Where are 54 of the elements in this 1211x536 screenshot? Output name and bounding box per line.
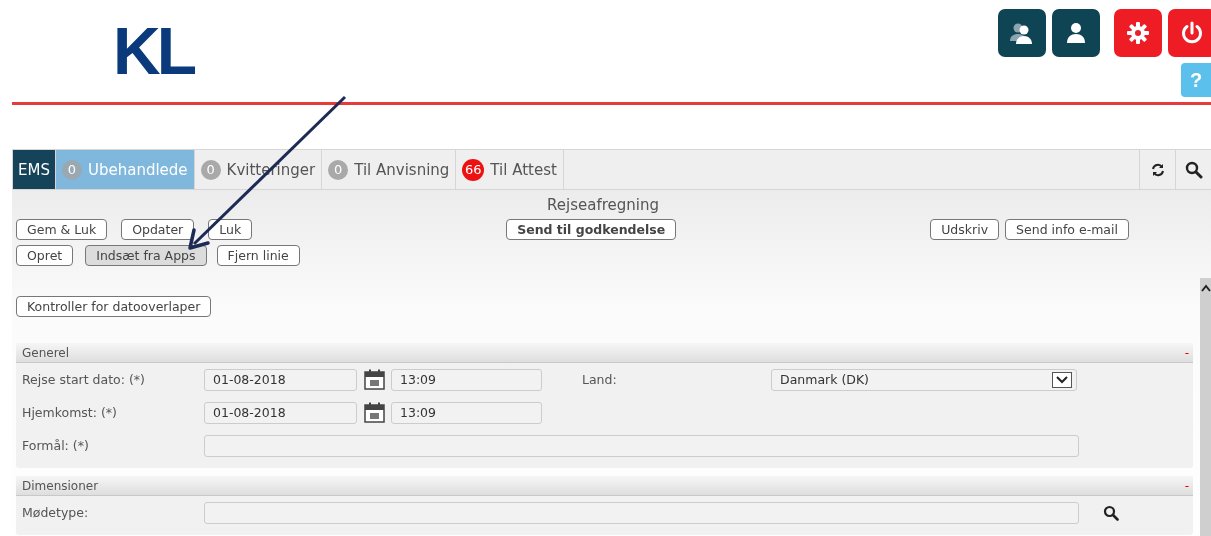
count-badge: 0 — [200, 159, 221, 180]
power-button[interactable] — [1168, 9, 1211, 57]
collapse-button[interactable]: - — [1184, 478, 1189, 493]
count-badge: 66 — [462, 158, 485, 181]
field-label: Formål: (*) — [21, 438, 90, 453]
action-button[interactable]: Opret — [16, 244, 74, 266]
dropdown-icon[interactable] — [1052, 371, 1072, 388]
count-badge: 0 — [61, 159, 82, 180]
text-field[interactable] — [204, 501, 1079, 524]
settings-button[interactable] — [1114, 9, 1162, 57]
action-button[interactable]: Indsæt fra Apps — [85, 244, 207, 266]
form-title: Rejseafregning — [546, 196, 660, 216]
scroll-up-icon[interactable] — [1200, 284, 1211, 292]
refresh-icon — [1150, 162, 1165, 177]
users-icon — [1009, 21, 1035, 45]
text-field[interactable] — [204, 434, 1079, 457]
tab[interactable]: 66 Til Attest — [456, 150, 564, 189]
field-label: Mødetype: — [21, 505, 90, 520]
tab-label: EMS — [18, 160, 50, 179]
date-field[interactable]: 01-08-2018 — [204, 401, 357, 424]
user-button[interactable] — [1052, 9, 1100, 57]
collapse-button[interactable]: - — [1184, 345, 1189, 360]
users-button[interactable] — [998, 9, 1046, 57]
user-icon — [1065, 21, 1087, 45]
action-button[interactable]: Kontroller for datooverlaper — [16, 295, 212, 317]
action-button[interactable]: Send info e-mail — [1005, 218, 1129, 240]
search-icon — [1184, 160, 1203, 179]
search-icon[interactable] — [1103, 504, 1119, 521]
calendar-icon — [364, 402, 385, 423]
action-button[interactable]: Luk — [208, 218, 253, 240]
field-label: Hjemkomst: (*) — [21, 405, 118, 420]
logo: KL — [113, 18, 193, 84]
action-button[interactable]: Udskriv — [930, 218, 1000, 240]
action-button[interactable]: Gem & Luk — [16, 218, 108, 240]
time-field[interactable]: 13:09 — [391, 368, 542, 391]
tab-label: Til Anvisning — [354, 160, 450, 179]
field-label: Land: — [582, 372, 618, 387]
count-badge: 0 — [328, 159, 349, 180]
country-select[interactable]: Danmark (DK) — [771, 368, 1077, 391]
calendar-icon — [364, 369, 385, 390]
date-field[interactable]: 01-08-2018 — [204, 368, 357, 391]
section-title: Generel — [22, 345, 70, 360]
section-title: Dimensioner — [22, 478, 99, 493]
tab[interactable]: 0 Til Anvisning — [322, 150, 457, 189]
tab-label: Til Attest — [490, 160, 557, 179]
tab-label: Ubehandlede — [87, 160, 188, 179]
action-button[interactable]: Fjern linie — [216, 244, 300, 266]
action-button[interactable]: Send til godkendelse — [506, 218, 677, 240]
scrollbar[interactable] — [1200, 278, 1211, 536]
time-field[interactable]: 13:09 — [391, 401, 542, 424]
tab[interactable]: EMS — [13, 150, 56, 189]
power-icon — [1180, 21, 1204, 45]
field-label: Rejse start dato: (*) — [21, 372, 146, 387]
action-button[interactable]: Opdater — [121, 218, 195, 240]
